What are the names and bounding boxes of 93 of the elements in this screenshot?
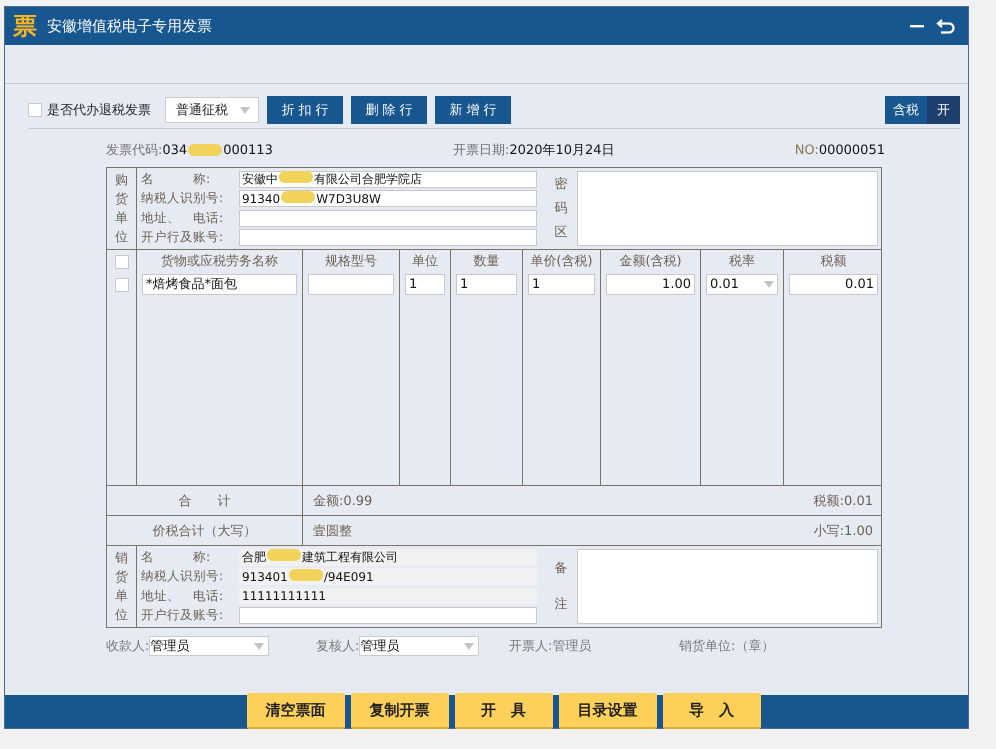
action-button[interactable]: 导 入 (662, 693, 760, 729)
column-header: 货物或应税劳务名称 (160, 253, 279, 271)
cell-input[interactable]: 1 (405, 274, 445, 295)
input-field[interactable] (239, 228, 537, 246)
signature-label: 复核人: (316, 638, 360, 655)
cell-value: 1 (460, 277, 468, 292)
tax-included-toggle[interactable]: 含税 开 (885, 96, 960, 124)
select-all-checkbox[interactable] (114, 255, 128, 269)
action-button[interactable]: 目录设置 (558, 693, 656, 729)
field-label: 地址、 电话: (141, 588, 224, 605)
toolbar-button[interactable]: 折 扣 行 (267, 96, 343, 124)
toolbar-button[interactable]: 删 除 行 (351, 96, 427, 124)
signature-label: 开票人: (509, 638, 552, 655)
tax-rate-dropdown[interactable]: 0.01 (706, 274, 778, 295)
invoice-number: NO:00000051 (794, 142, 885, 159)
amount-in-words: 壹圆整 (313, 522, 352, 540)
field-label: 纳税人识别号: (141, 190, 224, 208)
section-label: 销货单位 (115, 550, 128, 624)
column-header: 单位 (411, 253, 439, 271)
field-value: 合肥 建筑工程有限公司 (242, 549, 398, 566)
caret-icon (464, 642, 474, 650)
signature-label: 收款人: (106, 638, 150, 655)
section-label: 密码区 (554, 176, 568, 242)
field-label: 开户行及账号: (141, 228, 224, 246)
signature-dropdown[interactable]: 管理员 (149, 636, 270, 656)
cell-value: *焙烤食品*面包 (146, 277, 237, 292)
column-header: 金额(含税) (618, 253, 683, 271)
section-label: 购货单位 (115, 172, 128, 246)
cell-input[interactable]: 1.00 (606, 274, 695, 295)
signature-value: （章） (735, 638, 774, 655)
column-header: 单价(含税) (529, 253, 594, 271)
cell-input[interactable] (308, 274, 394, 295)
action-button[interactable]: 复制开票 (350, 693, 448, 729)
signature-label: 销货单位: (679, 638, 736, 655)
column-header: 税额 (820, 253, 848, 271)
cell-input[interactable]: 0.01 (789, 274, 878, 295)
checkbox-label: 是否代办退税发票 (47, 102, 151, 119)
input-field[interactable]: 安徽中 有限公司合肥学院店 (239, 171, 537, 188)
cell-input[interactable]: 1 (456, 274, 517, 295)
redaction-mark (288, 569, 323, 582)
field-label: 名 称: (141, 171, 212, 188)
field-value: 913401 /94E091 (242, 569, 374, 584)
caret-icon (764, 281, 774, 288)
input-field[interactable]: 合肥 建筑工程有限公司 (239, 549, 537, 566)
signature-value: 管理员 (552, 638, 592, 655)
field-label: 纳税人识别号: (141, 568, 224, 586)
totals-label: 合 计 (107, 486, 303, 515)
action-button[interactable]: 开 具 (454, 693, 552, 729)
invoice-date: 开票日期:2020年10月24日 (453, 142, 615, 159)
remarks-field[interactable] (577, 549, 878, 624)
redaction-mark (267, 549, 301, 562)
column-header: 数量 (472, 253, 500, 271)
column-header: 税率 (728, 253, 756, 271)
cell-value: 1.00 (662, 277, 691, 292)
input-field[interactable]: 913401 /94E091 (239, 568, 537, 586)
cell-input[interactable]: 1 (528, 274, 595, 295)
cell-input[interactable]: *焙烤食品*面包 (142, 274, 297, 295)
field-value: 安徽中 有限公司合肥学院店 (242, 171, 422, 188)
action-button[interactable]: 清空票面 (246, 693, 344, 729)
row-checkbox[interactable] (114, 278, 128, 292)
total-tax: 税额:0.01 (814, 492, 873, 510)
input-field[interactable]: 91340 W7D3U8W (239, 190, 537, 208)
cell-value: 1 (409, 277, 418, 292)
input-field[interactable] (239, 210, 537, 227)
input-field[interactable]: 11111111111 (239, 588, 537, 605)
amount-in-figures: 小写:1.00 (814, 522, 873, 540)
caret-icon (240, 106, 250, 114)
total-amount: 金额:0.99 (313, 492, 372, 510)
window-title: 安徽增值税电子专用发票 (47, 16, 212, 36)
return-arrow-icon[interactable] (936, 16, 956, 36)
cell-value: 0.01 (845, 277, 874, 292)
field-label: 名 称: (141, 549, 212, 566)
grand-total-label: 价税合计（大写） (107, 516, 303, 545)
signature-dropdown[interactable]: 管理员 (359, 636, 480, 656)
toggle-state: 开 (927, 96, 960, 124)
field-value: 11111111111 (242, 589, 326, 604)
field-value: 91340 W7D3U8W (242, 191, 381, 206)
redaction-mark (279, 171, 313, 184)
redaction-mark (281, 191, 316, 204)
field-label: 地址、 电话: (141, 210, 224, 227)
toolbar-button[interactable]: 新 增 行 (435, 96, 511, 124)
app-logo: 票 (13, 14, 37, 38)
column-header: 规格型号 (324, 253, 378, 271)
toggle-label: 含税 (885, 96, 927, 124)
invoice-code: 发票代码:034 000113 (106, 142, 273, 159)
cell-value: 1 (532, 277, 540, 292)
input-field[interactable] (239, 606, 537, 624)
section-label: 备注 (554, 560, 568, 614)
checkbox[interactable] (28, 103, 42, 117)
tax-type-dropdown[interactable]: 普通征税 (165, 97, 259, 123)
redaction-mark (188, 144, 222, 156)
caret-icon (254, 642, 264, 650)
field-label: 开户行及账号: (141, 606, 224, 624)
